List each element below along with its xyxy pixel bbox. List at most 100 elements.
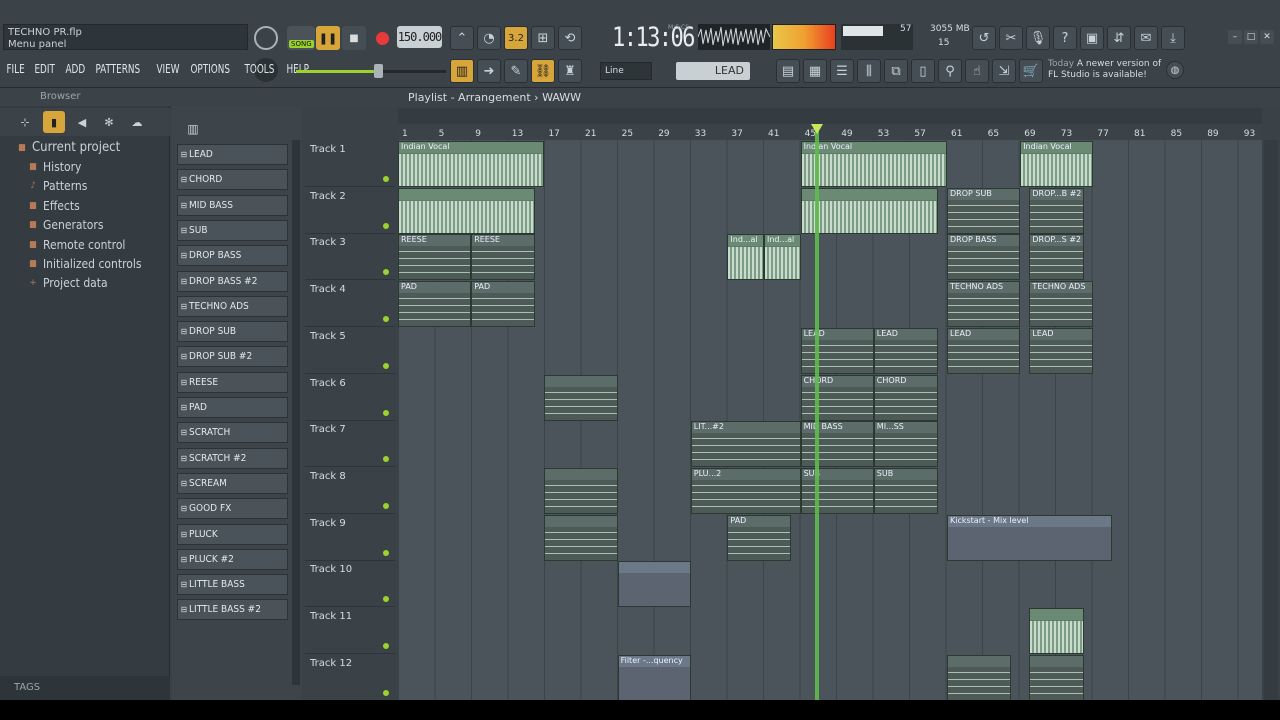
pattern-item[interactable]: ⊟ PLUCK: [177, 523, 288, 545]
browser-project-icon[interactable]: ▮: [43, 111, 65, 133]
track-header[interactable]: Track 10: [305, 560, 395, 608]
help-icon[interactable]: ?: [1053, 26, 1077, 50]
play-pause-button[interactable]: ❚❚: [316, 26, 340, 50]
track-header[interactable]: Track 2: [305, 187, 395, 234]
playlist-clip[interactable]: [544, 514, 618, 561]
pattern-item[interactable]: ⊟ TECHNO ADS: [177, 295, 288, 317]
playlist-clip[interactable]: MID BASS: [800, 421, 874, 468]
picker-icon[interactable]: ▥: [184, 120, 202, 138]
arrangement-name[interactable]: WAWW: [542, 91, 581, 104]
track-header[interactable]: Track 9: [305, 514, 395, 561]
pattern-item[interactable]: ⊟ DROP SUB: [177, 321, 288, 343]
playlist-clip[interactable]: LEAD: [873, 327, 938, 374]
menu-view[interactable]: VIEW: [154, 62, 182, 80]
pattern-select[interactable]: LEAD: [676, 62, 750, 80]
pattern-item[interactable]: ⊟ LITTLE BASS #2: [177, 599, 288, 621]
track-mute-icon[interactable]: [383, 643, 389, 649]
track-mute-icon[interactable]: [383, 409, 389, 416]
browser-all-icon[interactable]: ⊹: [14, 111, 36, 133]
vertical-scrollbar[interactable]: [1264, 140, 1278, 700]
playlist-clip[interactable]: REESE: [398, 234, 472, 281]
track-mute-icon[interactable]: [383, 502, 389, 509]
loop-record-icon[interactable]: ⟲: [558, 26, 582, 50]
playlist-clip[interactable]: LIT...#2: [690, 421, 801, 468]
arrangement-grid[interactable]: Indian Vocal Indian Vocal Indian Vocal DROP…: [398, 140, 1262, 700]
track-mute-icon[interactable]: [383, 456, 389, 463]
pattern-item[interactable]: ⊟ DROP SUB #2: [177, 346, 288, 368]
playlist-clip[interactable]: PAD: [727, 514, 792, 561]
download-icon[interactable]: ⤓: [1161, 26, 1185, 50]
track-header[interactable]: Track 5: [305, 327, 395, 374]
track-header[interactable]: Track 6: [305, 374, 395, 421]
pattern-item[interactable]: ⊟ PAD: [177, 397, 288, 418]
playlist-clip[interactable]: [1029, 608, 1085, 654]
globe-icon[interactable]: ◍: [1166, 61, 1184, 79]
browser-item-initialized-controls[interactable]: ■ Initialized controls: [0, 254, 170, 273]
browser-item-history[interactable]: ■ History: [0, 157, 170, 176]
pattern-item[interactable]: ⊟ SCRATCH: [177, 422, 288, 444]
playlist-clip[interactable]: REESE: [471, 234, 536, 281]
piano-keys-icon[interactable]: ▥: [450, 59, 474, 83]
stop-button[interactable]: ■: [342, 26, 366, 50]
menu-file[interactable]: FILE: [4, 62, 27, 80]
playlist-clip[interactable]: SUB: [873, 467, 938, 514]
link-icon[interactable]: ⛓: [531, 59, 555, 83]
playlist-clip[interactable]: TECHNO ADS: [1029, 281, 1094, 328]
scissors-icon[interactable]: ✂: [999, 26, 1023, 50]
pattern-item[interactable]: ⊟ DROP BASS #2: [177, 270, 288, 292]
channel-rack-icon[interactable]: ☰: [830, 59, 854, 83]
playlist-clip[interactable]: DROP...S #2: [1029, 234, 1085, 281]
track-header[interactable]: Track 7: [305, 420, 395, 468]
maximize-icon[interactable]: □: [1244, 30, 1258, 44]
playlist-clip[interactable]: DROP SUB: [947, 187, 1021, 234]
track-header[interactable]: Track 12: [305, 654, 395, 700]
metronome-icon[interactable]: ⌃: [450, 26, 474, 50]
pattern-item[interactable]: ⊟ LITTLE BASS: [177, 574, 288, 596]
playlist-clip[interactable]: Indian Vocal: [1020, 141, 1094, 187]
playlist-clip[interactable]: [1029, 654, 1085, 700]
pattern-item[interactable]: ⊟ SCRATCH #2: [177, 447, 288, 469]
playlist-icon[interactable]: ▤: [776, 59, 800, 83]
pattern-item[interactable]: ⊟ LEAD: [177, 144, 288, 165]
browser-item-current-project[interactable]: ■ Current project: [0, 138, 170, 157]
master-volume-knob-icon[interactable]: [254, 26, 278, 50]
track-mute-icon[interactable]: [383, 596, 389, 603]
plugin-icon[interactable]: ⧉: [884, 59, 908, 83]
browser-item-patterns[interactable]: ♪ Patterns: [0, 177, 170, 196]
playlist-clip[interactable]: CHORD: [800, 374, 874, 421]
playlist-clip[interactable]: PAD: [398, 281, 472, 328]
render-icon[interactable]: ⇵: [1107, 26, 1131, 50]
playlist-clip[interactable]: Indian Vocal: [398, 141, 545, 187]
track-mute-icon[interactable]: [383, 176, 389, 182]
pattern-item[interactable]: ⊟ SCREAM: [177, 472, 288, 494]
menu-add[interactable]: ADD: [63, 62, 88, 80]
news-panel[interactable]: Today A newer version of FL Studio is av…: [1048, 59, 1172, 85]
playlist-clip[interactable]: DROP BASS: [947, 234, 1021, 281]
playlist-clip[interactable]: [544, 374, 618, 421]
plug-icon[interactable]: ⚲: [938, 59, 962, 83]
pattern-item[interactable]: ⊟ MID BASS: [177, 194, 288, 216]
playlist-clip[interactable]: Ind...al: [727, 234, 764, 281]
undo-icon[interactable]: ↺: [972, 26, 996, 50]
mixer-icon[interactable]: ⫼: [857, 59, 881, 83]
playlist-clip[interactable]: [947, 654, 1012, 700]
pencil-icon[interactable]: ✎: [504, 59, 528, 83]
countdown-icon[interactable]: 3.2: [504, 26, 528, 50]
main-volume-handle[interactable]: [374, 64, 383, 78]
playlist-clip[interactable]: SUB: [800, 467, 874, 514]
browser-item-remote-control[interactable]: ■ Remote control: [0, 235, 170, 254]
pattern-item[interactable]: ⊟ SUB: [177, 219, 288, 241]
pattern-item[interactable]: ⊟ DROP BASS: [177, 245, 288, 267]
menu-patterns[interactable]: PATTERNS: [93, 62, 143, 80]
menu-tools[interactable]: TOOLS: [242, 62, 277, 80]
track-mute-icon[interactable]: [383, 549, 389, 556]
tags-bar[interactable]: TAGS: [0, 676, 170, 700]
playlist-clip[interactable]: Indian Vocal: [800, 141, 947, 187]
horizontal-scrollbar[interactable]: [398, 108, 1262, 124]
playlist-clip[interactable]: Kickstart - Mix level: [947, 514, 1112, 561]
menu-edit[interactable]: EDIT: [32, 62, 57, 80]
track-mute-icon[interactable]: [383, 316, 389, 323]
browser-icon[interactable]: ▯: [911, 59, 935, 83]
browser-speaker-icon[interactable]: ◀: [71, 111, 93, 133]
arrow-icon[interactable]: ➜: [477, 59, 501, 83]
